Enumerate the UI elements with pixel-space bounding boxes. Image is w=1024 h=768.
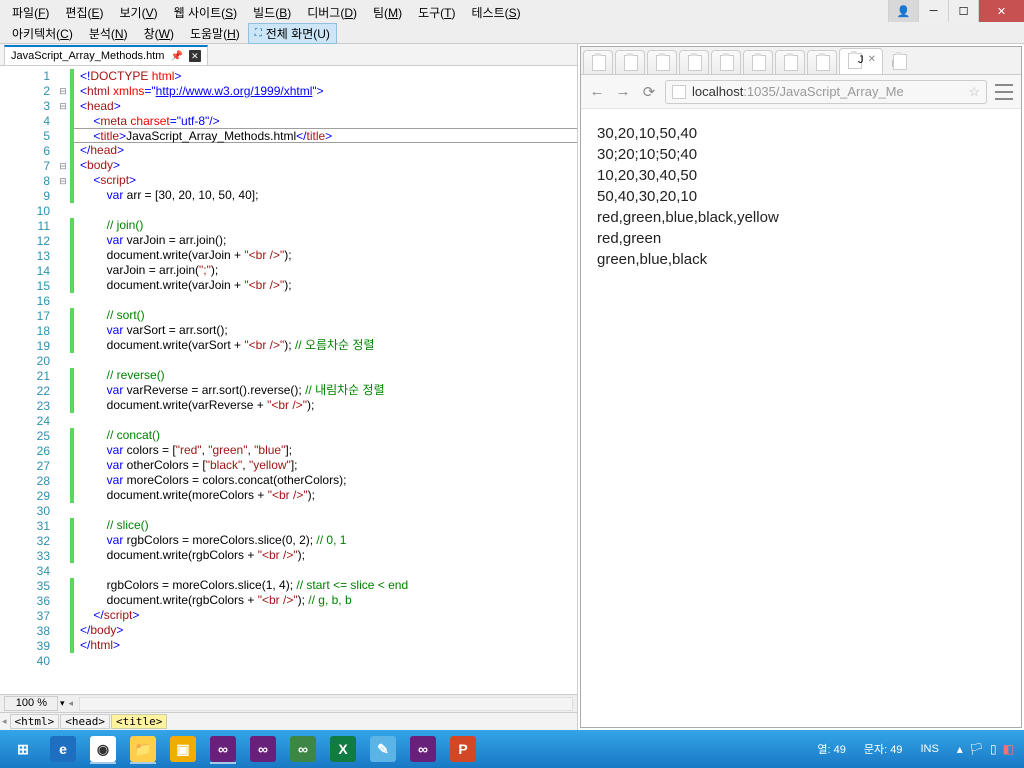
taskbar-explorer[interactable]: 📁 [124,733,162,765]
new-tab-button[interactable]: ▸ [885,50,907,74]
browser-tab-label: J [858,54,864,66]
taskbar-excel[interactable]: X [324,733,362,765]
zoom-level[interactable]: 100 % [4,696,58,711]
url-host: localhost [692,84,743,99]
menu-item[interactable]: 테스트(S) [463,2,528,23]
menu-item[interactable]: 편집(E) [57,2,111,23]
close-icon[interactable]: ✕ [189,50,201,62]
editor-tab-active[interactable]: JavaScript_Array_Methods.htm 📌 ✕ [4,45,208,65]
page-icon [672,85,686,99]
editor-tab-label: JavaScript_Array_Methods.htm [11,50,164,62]
browser-tab[interactable] [775,50,805,74]
browser-content: 30,20,10,50,4030;20;10;50;4010,20,30,40,… [581,109,1021,727]
status-col-val: 49 [834,744,846,756]
horizontal-scrollbar[interactable] [79,697,573,711]
taskbar-chrome[interactable]: ◉ [84,733,122,765]
tray-up-icon[interactable]: ▴ [957,742,963,756]
browser-toolbar: ← → ⟳ localhost:1035/JavaScript_Array_Me… [581,75,1021,109]
status-col-label: 열: [817,744,830,756]
window-controls: 👤 ─ ☐ ✕ [888,0,1024,22]
browser-tab[interactable] [711,50,741,74]
editor-tabstrip: JavaScript_Array_Methods.htm 📌 ✕ [0,44,577,66]
status-char-val: 49 [890,744,902,756]
fullscreen-icon: ⛶ [255,28,262,39]
forward-button[interactable]: → [613,82,633,102]
system-tray: 열: 49 문자: 49 INS ▴ 🏳 ▯ ◧ [817,741,1020,757]
output-line: 50,40,30,20,10 [597,186,1005,207]
output-line: 30,20,10,50,40 [597,123,1005,144]
pin-icon[interactable]: 📌 [170,51,182,62]
status-ins: INS [920,743,938,755]
scroll-left-icon[interactable]: ◂ [69,698,74,709]
breadcrumb-strip: ◂ <html> <head> <title> [0,712,577,730]
browser-pane: J ✕ ▸ ← → ⟳ localhost:1035/JavaScript_Ar… [580,46,1022,728]
taskbar: ⊞e◉📁▣∞∞∞X✎∞P 열: 49 문자: 49 INS ▴ 🏳 ▯ ◧ [0,730,1024,768]
menubar: 파일(F)편집(E)보기(V)웹 사이트(S)빌드(B)디버그(D)팀(M)도구… [0,0,1024,44]
browser-tab[interactable] [647,50,677,74]
breadcrumb-item[interactable]: <html> [10,714,60,729]
output-line: red,green,blue,black,yellow [597,207,1005,228]
editor-pane: JavaScript_Array_Methods.htm 📌 ✕ 1234567… [0,44,578,730]
browser-tab[interactable] [615,50,645,74]
output-line: green,blue,black [597,249,1005,270]
tray-notify-icon[interactable]: ◧ [1003,742,1014,756]
menu-item[interactable]: 창(W) [136,23,182,44]
output-line: red,green [597,228,1005,249]
bookmark-icon[interactable]: ☆ [968,84,980,100]
taskbar-vs4[interactable]: ∞ [404,733,442,765]
output-line: 10,20,30,40,50 [597,165,1005,186]
close-icon[interactable]: ✕ [868,54,876,65]
browser-tab[interactable] [807,50,837,74]
menu-item[interactable]: 웹 사이트(S) [166,2,246,23]
url-port: :1035 [743,84,776,99]
browser-tab[interactable] [679,50,709,74]
menu-item[interactable]: 디버그(D) [299,2,365,23]
menu-item[interactable]: 분석(N) [81,23,136,44]
taskbar-vs2[interactable]: ∞ [244,733,282,765]
address-bar[interactable]: localhost:1035/JavaScript_Array_Me ☆ [665,80,987,104]
browser-tabstrip: J ✕ ▸ [581,47,1021,75]
taskbar-vs1[interactable]: ∞ [204,733,242,765]
menu-item[interactable]: 도구(T) [410,2,463,23]
hamburger-icon[interactable] [993,83,1015,101]
browser-tab[interactable] [743,50,773,74]
browser-tab-active[interactable]: J ✕ [839,48,883,74]
taskbar-ppt[interactable]: P [444,733,482,765]
minimize-button[interactable]: ─ [918,0,948,22]
user-button[interactable]: 👤 [888,0,918,22]
menu-item[interactable]: 아키텍처(C) [4,23,81,44]
breadcrumb-item[interactable]: <title> [111,714,167,729]
tray-flag-icon[interactable]: 🏳 [969,742,984,756]
taskbar-ie[interactable]: e [44,733,82,765]
status-char-label: 문자: [864,744,887,756]
menu-item[interactable]: 팀(M) [365,2,410,23]
menu-item[interactable]: 빌드(B) [245,2,299,23]
fullscreen-button[interactable]: ⛶ 전체 화면(U) [248,23,337,44]
back-button[interactable]: ← [587,82,607,102]
taskbar-notepad[interactable]: ✎ [364,733,402,765]
browser-tab[interactable] [583,50,613,74]
output-line: 30;20;10;50;40 [597,144,1005,165]
close-button[interactable]: ✕ [978,0,1024,22]
url-path: /JavaScript_Array_Me [776,84,904,99]
tray-network-icon[interactable]: ▯ [990,742,997,756]
taskbar-start[interactable]: ⊞ [4,733,42,765]
breadcrumb-item[interactable]: <head> [60,714,110,729]
editor-footer: 100 % ▾ ◂ [0,694,577,712]
zoom-dropdown-icon[interactable]: ▾ [60,698,65,709]
menu-item[interactable]: 파일(F) [4,2,57,23]
reload-button[interactable]: ⟳ [639,82,659,102]
code-editor[interactable]: 1234567891011121314151617181920212223242… [0,66,577,694]
breadcrumb-left-icon[interactable]: ◂ [2,716,7,727]
taskbar-sql[interactable]: ▣ [164,733,202,765]
maximize-button[interactable]: ☐ [948,0,978,22]
menu-item[interactable]: 도움말(H) [182,23,248,44]
menu-item[interactable]: 보기(V) [112,2,166,23]
taskbar-vs3[interactable]: ∞ [284,733,322,765]
